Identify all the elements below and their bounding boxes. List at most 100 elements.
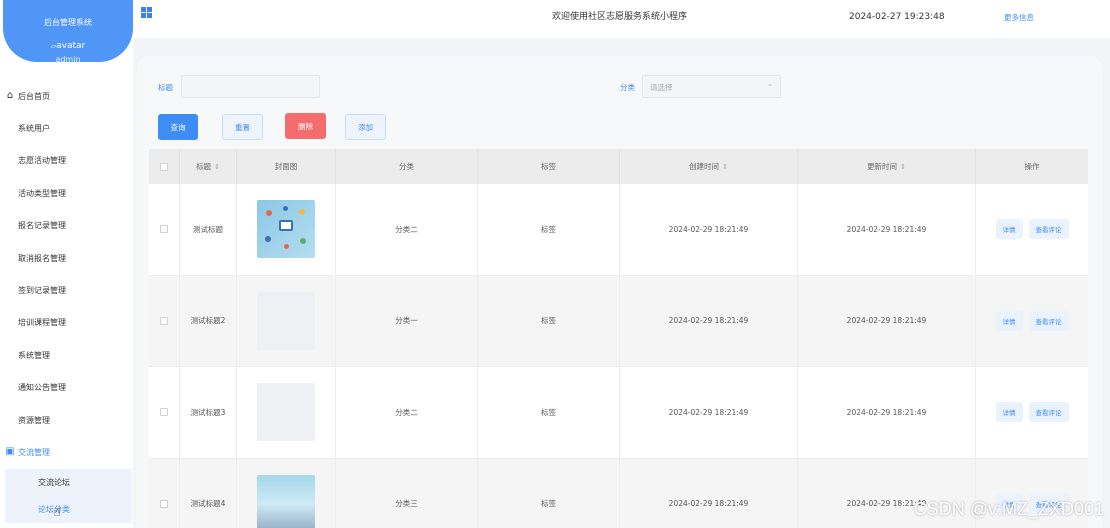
view-comments-button[interactable]: 查看评论 — [1028, 402, 1069, 423]
home-icon: ⌂ — [6, 90, 14, 102]
sidebar-menu: ⌂ 后台首页 系统用户 志愿活动管理 活动类型管理 报名记录管理 取消报名管理 … — [0, 80, 133, 523]
row-checkbox[interactable] — [160, 316, 168, 325]
current-datetime: 2024-02-27 19:23:48 — [849, 12, 945, 22]
sidebar-item-cancellations[interactable]: 取消报名管理 — [0, 242, 133, 274]
sidebar-item-label: 培训课程管理 — [18, 318, 66, 328]
cover-cell — [237, 367, 336, 458]
table-row: 测试标题 分类二 标签 2024-02-29 18:21:49 2024-02-… — [149, 184, 1088, 276]
column-header-category: 分类 — [336, 149, 478, 184]
category-select-placeholder: 请选择 — [650, 83, 673, 92]
sidebar-item-activity-types[interactable]: 活动类型管理 — [0, 177, 133, 209]
sidebar-item-label: 资源管理 — [18, 415, 50, 425]
menu-toggle-icon[interactable] — [141, 7, 152, 18]
reset-button[interactable]: 重置 — [222, 114, 263, 140]
avatar-alt-text: avatar — [56, 41, 86, 51]
cover-cell — [237, 275, 336, 366]
row-select-cell — [149, 275, 180, 366]
table-row: 测试标题2 分类一 标签 2024-02-29 18:21:49 2024-02… — [149, 275, 1088, 367]
sidebar-item-home[interactable]: ⌂ 后台首页 — [0, 80, 133, 112]
column-header-label: 标签 — [541, 162, 556, 171]
title-cell: 测试标题2 — [180, 275, 237, 366]
cover-image[interactable] — [257, 383, 315, 442]
row-select-cell — [149, 184, 180, 275]
sidebar-item-checkins[interactable]: 签到记录管理 — [0, 274, 133, 306]
actions-cell: 详情 查看评论 — [976, 367, 1088, 458]
sidebar-subitem-forum-category[interactable]: 论坛分类 — [5, 495, 132, 523]
column-header-label: 分类 — [399, 162, 414, 171]
sidebar-subitem-label: 交流论坛 — [38, 477, 70, 487]
top-header: 欢迎使用社区志愿服务系统小程序 2024-02-27 19:23:48 更多信息 — [133, 0, 1110, 38]
sort-icon[interactable]: ⇕ — [900, 163, 906, 171]
sidebar-item-label: 交流管理 — [18, 447, 50, 457]
actions-cell: 详情 查看评论 — [976, 184, 1088, 275]
sidebar-item-forum-management[interactable]: ▣ 交流管理 — [0, 436, 133, 468]
title-cell: 测试标题4 — [180, 458, 237, 528]
category-filter-label: 分类 — [620, 83, 635, 92]
cover-cell — [237, 458, 336, 528]
detail-button[interactable]: 详情 — [995, 402, 1023, 423]
watermark: CSDN @v:MZ_ZXD001 — [913, 499, 1104, 519]
category-cell: 分类三 — [336, 458, 478, 528]
updated-cell: 2024-02-29 18:21:49 — [798, 184, 976, 275]
username: admin — [55, 55, 81, 64]
row-checkbox[interactable] — [160, 225, 168, 234]
category-select[interactable]: 请选择 ⌄ — [642, 75, 781, 98]
sidebar: 后台管理系统 ▱avatar admin ⌂ 后台首页 系统用户 志愿活动管理 … — [0, 0, 133, 528]
column-header-label: 创建时间 — [689, 162, 720, 171]
sidebar-item-volunteer-activities[interactable]: 志愿活动管理 — [0, 145, 133, 177]
column-header-cover: 封面图 — [237, 149, 336, 184]
row-select-cell — [149, 367, 180, 458]
tag-cell: 标签 — [478, 275, 620, 366]
select-all-checkbox[interactable] — [160, 162, 168, 171]
query-button[interactable]: 查询 — [158, 114, 198, 140]
detail-button[interactable]: 详情 — [995, 310, 1023, 331]
view-comments-button[interactable]: 查看评论 — [1028, 219, 1069, 240]
column-header-title[interactable]: 标题 ⇕ — [180, 149, 237, 184]
detail-button[interactable]: 详情 — [995, 219, 1023, 240]
column-header-label: 操作 — [1024, 162, 1040, 171]
column-header-label: 更新时间 — [867, 162, 898, 171]
add-button[interactable]: 添加 — [345, 114, 386, 140]
cover-image[interactable] — [257, 200, 315, 259]
sidebar-subitem-forum[interactable]: 交流论坛 — [5, 468, 132, 496]
title-cell: 测试标题 — [180, 184, 237, 275]
sidebar-item-label: 签到记录管理 — [18, 286, 66, 296]
updated-cell: 2024-02-29 18:21:49 — [798, 275, 976, 366]
tag-cell: 标签 — [478, 458, 620, 528]
column-header-created[interactable]: 创建时间 ⇕ — [620, 149, 798, 184]
cover-image[interactable] — [257, 474, 315, 528]
delete-button[interactable]: 删除 — [285, 113, 326, 139]
sidebar-item-resources[interactable]: 资源管理 — [0, 404, 133, 436]
column-header-updated[interactable]: 更新时间 ⇕ — [798, 149, 976, 184]
sort-icon[interactable]: ⇕ — [722, 163, 728, 171]
sidebar-item-registrations[interactable]: 报名记录管理 — [0, 210, 133, 242]
select-all-cell — [149, 149, 180, 184]
column-header-label: 标题 — [196, 162, 212, 171]
sidebar-item-system-users[interactable]: 系统用户 — [0, 112, 133, 144]
brand-header: 后台管理系统 ▱avatar admin — [3, 0, 133, 64]
created-cell: 2024-02-29 18:21:49 — [620, 458, 798, 528]
view-comments-button[interactable]: 查看评论 — [1028, 310, 1069, 331]
title-search-input[interactable] — [181, 75, 320, 98]
chevron-down-icon: ⌄ — [767, 80, 773, 88]
category-cell: 分类二 — [336, 184, 478, 275]
row-select-cell — [149, 458, 180, 528]
sidebar-item-system[interactable]: 系统管理 — [0, 339, 133, 371]
avatar[interactable]: ▱avatar — [3, 41, 133, 51]
sort-icon[interactable]: ⇕ — [214, 163, 220, 171]
sidebar-item-label: 通知公告管理 — [18, 383, 66, 393]
brand-title: 后台管理系统 — [44, 18, 92, 27]
sidebar-item-label: 系统管理 — [18, 350, 50, 360]
cover-cell — [237, 184, 336, 275]
tag-cell: 标签 — [478, 184, 620, 275]
sidebar-item-label: 志愿活动管理 — [18, 156, 66, 166]
sidebar-item-notices[interactable]: 通知公告管理 — [0, 372, 133, 404]
row-checkbox[interactable] — [160, 499, 168, 508]
content-card: 标题 分类 请选择 ⌄ 查询 重置 删除 添加 标题 ⇕ 封面图 分类 标签 创建… — [137, 56, 1102, 528]
sidebar-item-label: 报名记录管理 — [18, 221, 66, 231]
cover-image[interactable] — [257, 291, 315, 350]
forum-icon: ▣ — [5, 446, 15, 458]
row-checkbox[interactable] — [160, 408, 168, 417]
sidebar-item-training[interactable]: 培训课程管理 — [0, 307, 133, 339]
more-info-link[interactable]: 更多信息 — [1004, 12, 1034, 23]
